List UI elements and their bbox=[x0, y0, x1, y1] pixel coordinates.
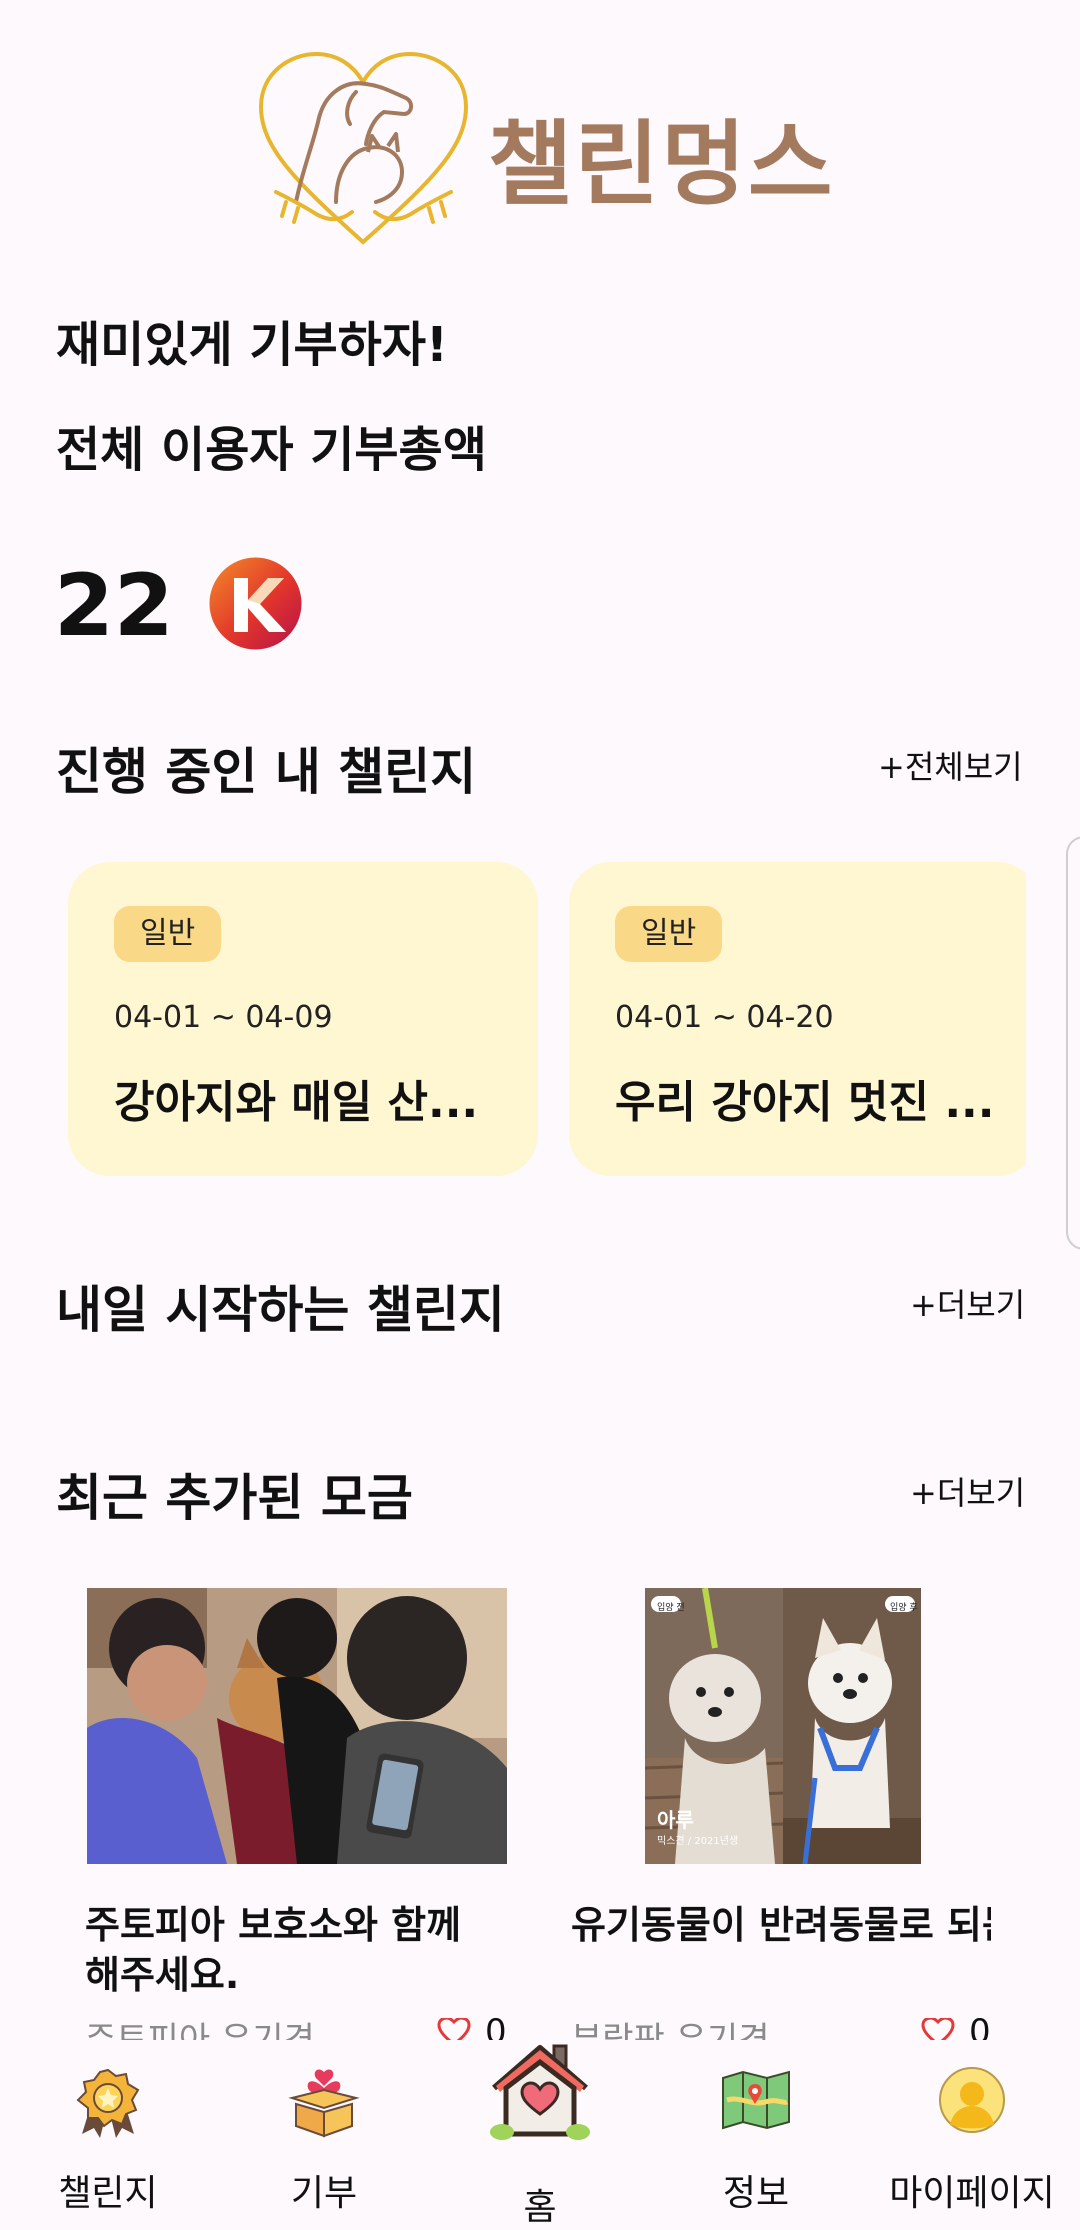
my-challenges-title: 진행 중인 내 챌린지 bbox=[56, 743, 477, 801]
nav-item-info[interactable]: 정보 bbox=[648, 2040, 864, 2220]
recent-fundraising-title: 최근 추가된 모금 bbox=[56, 1469, 413, 1527]
nav-item-challenge[interactable]: 챌린지 bbox=[0, 2040, 216, 2220]
fundraising-title[interactable]: 주토피아 보호소와 함께해주세요. bbox=[85, 1900, 465, 2000]
fundraising-photo[interactable] bbox=[87, 1588, 507, 1864]
app-name: 챌린멍스 bbox=[488, 111, 835, 218]
bottom-navigation: 챌린지 기부 홈 정보 마이페이지 bbox=[0, 2040, 1080, 2228]
challenge-type-badge: 일반 bbox=[114, 906, 222, 962]
fundraising-org: 부랑판 유기견... bbox=[571, 2020, 802, 2040]
heart-icon[interactable] bbox=[437, 2018, 471, 2040]
nav-item-mypage[interactable]: 마이페이지 bbox=[864, 2040, 1080, 2220]
challenge-type-badge: 일반 bbox=[615, 906, 723, 962]
total-donation-value: 22 bbox=[54, 556, 174, 656]
house-heart-icon bbox=[490, 2044, 590, 2140]
challenge-card[interactable]: 일반 04-01 ~ 04-20 우리 강아지 멋진 ... bbox=[569, 862, 1026, 1176]
edge-panel-handle[interactable] bbox=[1066, 836, 1080, 1250]
k-coin-icon bbox=[209, 557, 302, 650]
likes-count: 0 bbox=[485, 2018, 507, 2040]
nav-label: 정보 bbox=[722, 2173, 790, 2214]
tagline: 재미있게 기부하자! bbox=[56, 317, 448, 373]
my-challenges-carousel[interactable]: 일반 04-01 ~ 04-09 강아지와 매일 산... 일반 04-01 ~… bbox=[68, 862, 1026, 1180]
map-icon bbox=[722, 2070, 790, 2130]
avatar-icon bbox=[939, 2067, 1005, 2133]
view-all-link[interactable]: +전체보기 bbox=[878, 742, 1023, 788]
fundraising-org: 주토피아 유기견... bbox=[85, 2020, 348, 2040]
total-donation-label: 전체 이용자 기부총액 bbox=[56, 422, 487, 478]
challenge-title: 강아지와 매일 산... bbox=[114, 1077, 479, 1128]
challenge-title: 우리 강아지 멋진 ... bbox=[615, 1077, 995, 1128]
nav-item-home[interactable]: 홈 bbox=[432, 2040, 648, 2228]
heart-icon[interactable] bbox=[921, 2018, 955, 2040]
tomorrow-challenges-title: 내일 시작하는 챌린지 bbox=[56, 1281, 505, 1339]
logo-heart-pets-icon bbox=[258, 52, 469, 245]
dog-name-label: 아루 bbox=[657, 1808, 694, 1832]
likes-count: 0 bbox=[969, 2018, 991, 2040]
nav-label: 홈 bbox=[523, 2187, 557, 2228]
fundraising-meta-row: 주토피아 유기견... 0 부랑판 유기견... 0 bbox=[85, 2018, 1025, 2040]
challenge-dates: 04-01 ~ 04-09 bbox=[114, 1000, 333, 1035]
app-logo: 챌린멍스 bbox=[256, 52, 836, 247]
before-label: 입양 전 bbox=[657, 1603, 685, 1613]
fundraising-more-link[interactable]: +더보기 bbox=[910, 1468, 1025, 1514]
challenge-card[interactable]: 일반 04-01 ~ 04-09 강아지와 매일 산... bbox=[68, 862, 538, 1176]
people-with-dog-photo bbox=[87, 1588, 507, 1864]
medal-icon bbox=[76, 2068, 140, 2138]
after-label: 입양 후 bbox=[890, 1603, 918, 1613]
fundraising-photo[interactable]: 입양 전 입양 후 아루 믹스견 / 2021년생 bbox=[645, 1588, 921, 1864]
nav-label: 기부 bbox=[290, 2173, 358, 2214]
nav-label: 챌린지 bbox=[58, 2173, 158, 2214]
nav-label: 마이페이지 bbox=[889, 2173, 1055, 2214]
gift-box-icon bbox=[288, 2069, 360, 2138]
challenge-dates: 04-01 ~ 04-20 bbox=[615, 1000, 834, 1035]
tomorrow-more-link[interactable]: +더보기 bbox=[910, 1280, 1025, 1326]
dog-detail-label: 믹스견 / 2021년생 bbox=[657, 1836, 739, 1847]
nav-item-donate[interactable]: 기부 bbox=[216, 2040, 432, 2220]
fundraising-title[interactable]: 유기동물이 반려동물로 되는 순간, 모두의행동... bbox=[571, 1900, 991, 1950]
